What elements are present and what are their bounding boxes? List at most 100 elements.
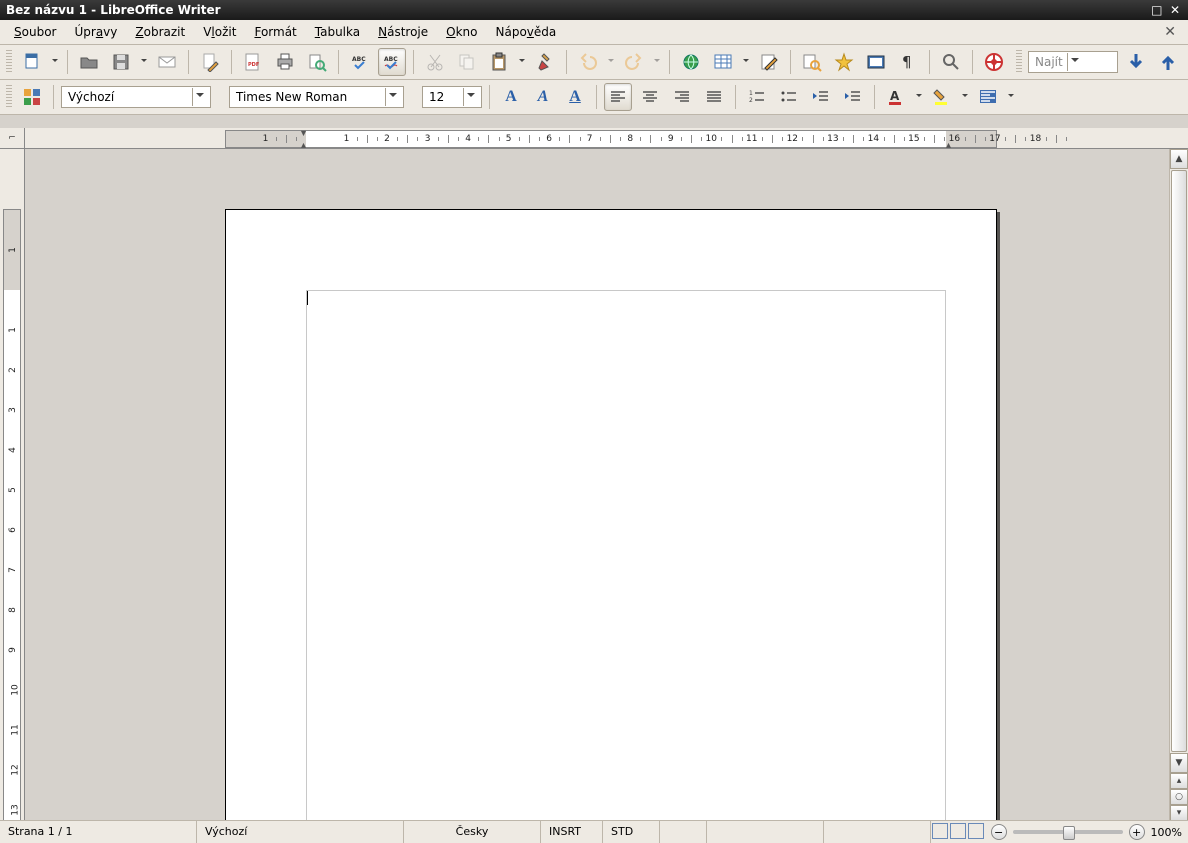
navigator-button[interactable] [830, 48, 858, 76]
prev-page-button[interactable]: ▴ [1170, 773, 1188, 789]
find-previous-button[interactable] [1154, 48, 1182, 76]
scroll-up-button[interactable]: ▲ [1170, 149, 1188, 169]
menu-tabulka[interactable]: Tabulka [307, 23, 368, 41]
find-replace-button[interactable] [798, 48, 826, 76]
page[interactable] [225, 209, 997, 821]
editor-area: ⌐ ▾▾▴▴1123456789101112131415161718 11234… [0, 128, 1188, 821]
zoom-in-button[interactable]: + [1129, 824, 1145, 840]
standard-toolbar: PDF ABC ABC ¶ Najít [0, 45, 1188, 80]
nonprinting-characters-button[interactable]: ¶ [894, 48, 922, 76]
auto-spellcheck-button[interactable]: ABC [378, 48, 406, 76]
svg-text:1: 1 [749, 90, 753, 97]
font-color-dropdown[interactable] [914, 84, 924, 110]
styles-formatting-button[interactable] [18, 83, 46, 111]
bulleted-list-button[interactable] [775, 83, 803, 111]
background-color-dropdown[interactable] [1006, 84, 1016, 110]
format-paintbrush-button[interactable] [531, 48, 559, 76]
zoom-value[interactable]: 100% [1151, 826, 1182, 839]
insert-table-button[interactable] [709, 48, 737, 76]
spellcheck-button[interactable]: ABC [346, 48, 374, 76]
insert-table-dropdown[interactable] [741, 49, 751, 75]
navigation-button[interactable]: ○ [1170, 789, 1188, 805]
vertical-scrollbar[interactable]: ▲ ▼ ▴ ○ ▾ [1169, 149, 1188, 821]
status-page[interactable]: Strana 1 / 1 [0, 821, 197, 843]
window-close-button[interactable]: ✕ [1168, 0, 1182, 20]
vertical-ruler[interactable]: 11234567891011121314 [0, 149, 25, 821]
help-button[interactable] [980, 48, 1008, 76]
email-button[interactable] [153, 48, 181, 76]
menu-napoveda[interactable]: Nápověda [488, 23, 565, 41]
scroll-thumb[interactable] [1171, 170, 1187, 752]
background-color-button[interactable] [974, 83, 1002, 111]
align-center-button[interactable] [636, 83, 664, 111]
status-style[interactable]: Výchozí [197, 821, 404, 843]
scroll-down-button[interactable]: ▼ [1170, 753, 1188, 773]
menu-vlozit[interactable]: Vložit [195, 23, 244, 41]
menu-soubor[interactable]: Soubor [6, 23, 64, 41]
zoom-button[interactable] [937, 48, 965, 76]
align-right-button[interactable] [668, 83, 696, 111]
paste-dropdown[interactable] [517, 49, 527, 75]
svg-text:ABC: ABC [352, 56, 366, 63]
menu-upravy[interactable]: Úpravy [66, 23, 125, 41]
decrease-indent-button[interactable] [807, 83, 835, 111]
redo-dropdown[interactable] [652, 49, 662, 75]
bold-button[interactable]: A [497, 83, 525, 111]
export-pdf-button[interactable]: PDF [239, 48, 267, 76]
menu-format[interactable]: Formát [246, 23, 304, 41]
hyperlink-button[interactable] [677, 48, 705, 76]
view-layout-buttons[interactable] [931, 823, 985, 842]
undo-button[interactable] [574, 48, 602, 76]
next-page-button[interactable]: ▾ [1170, 805, 1188, 821]
new-document-dropdown[interactable] [50, 49, 60, 75]
numbered-list-button[interactable]: 12 [743, 83, 771, 111]
menu-zobrazit[interactable]: Zobrazit [127, 23, 193, 41]
paste-button[interactable] [485, 48, 513, 76]
gallery-button[interactable] [862, 48, 890, 76]
save-button[interactable] [107, 48, 135, 76]
redo-button[interactable] [620, 48, 648, 76]
new-document-button[interactable] [18, 48, 46, 76]
highlight-button[interactable] [928, 83, 956, 111]
find-toolbar-input[interactable]: Najít [1028, 51, 1118, 73]
ruler-corner[interactable]: ⌐ [0, 128, 25, 148]
document-close-button[interactable]: ✕ [1158, 24, 1182, 40]
font-size-combo[interactable]: 12 [422, 86, 482, 108]
edit-file-button[interactable] [196, 48, 224, 76]
cut-button[interactable] [421, 48, 449, 76]
underline-button[interactable]: A [561, 83, 589, 111]
print-preview-button[interactable] [303, 48, 331, 76]
status-modified [660, 821, 707, 843]
menu-nastroje[interactable]: Nástroje [370, 23, 436, 41]
status-signature [707, 821, 824, 843]
highlight-dropdown[interactable] [960, 84, 970, 110]
open-button[interactable] [75, 48, 103, 76]
show-draw-functions-button[interactable] [755, 48, 783, 76]
find-next-button[interactable] [1122, 48, 1150, 76]
status-insert-mode[interactable]: INSRT [541, 821, 603, 843]
toolbar-grip-3[interactable] [6, 85, 12, 109]
status-info [824, 821, 931, 843]
status-selection-mode[interactable]: STD [603, 821, 660, 843]
font-color-button[interactable]: A [882, 83, 910, 111]
toolbar-grip-2[interactable] [1016, 50, 1022, 74]
paragraph-style-combo[interactable]: Výchozí [61, 86, 211, 108]
print-button[interactable] [271, 48, 299, 76]
align-justify-button[interactable] [700, 83, 728, 111]
align-left-button[interactable] [604, 83, 632, 111]
window-maximize-button[interactable]: □ [1150, 0, 1164, 20]
copy-button[interactable] [453, 48, 481, 76]
save-dropdown[interactable] [139, 49, 149, 75]
horizontal-ruler[interactable]: ▾▾▴▴1123456789101112131415161718 [25, 128, 1188, 148]
toolbar-grip[interactable] [6, 50, 12, 74]
zoom-slider[interactable] [1013, 830, 1123, 834]
document-canvas[interactable] [25, 149, 1169, 821]
menu-okno[interactable]: Okno [438, 23, 485, 41]
menubar: Soubor Úpravy Zobrazit Vložit Formát Tab… [0, 20, 1188, 45]
zoom-out-button[interactable]: − [991, 824, 1007, 840]
italic-button[interactable]: A [529, 83, 557, 111]
undo-dropdown[interactable] [606, 49, 616, 75]
font-name-combo[interactable]: Times New Roman [229, 86, 404, 108]
increase-indent-button[interactable] [839, 83, 867, 111]
status-language[interactable]: Česky [404, 821, 541, 843]
